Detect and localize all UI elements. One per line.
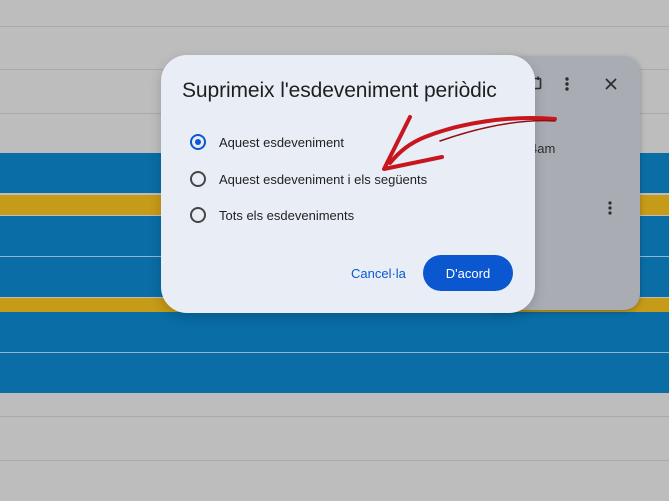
option-this-event[interactable]: Aquest esdeveniment <box>190 131 344 153</box>
more-vert-icon[interactable] <box>607 200 613 220</box>
radio-button[interactable] <box>190 207 206 223</box>
option-label: Aquest esdeveniment <box>219 134 345 150</box>
event-block[interactable] <box>0 353 669 393</box>
option-all-events[interactable]: Tots els esdeveniments <box>190 204 354 226</box>
grid-line <box>0 26 669 27</box>
radio-button[interactable] <box>190 134 206 150</box>
grid-line <box>0 416 669 417</box>
annotation-arrow-icon <box>382 115 557 171</box>
grid-line <box>0 460 669 461</box>
radio-button[interactable] <box>190 171 206 187</box>
close-icon[interactable] <box>604 77 618 95</box>
ok-button[interactable]: D'acord <box>423 255 513 291</box>
cancel-button[interactable]: Cancel·la <box>343 258 414 288</box>
more-vert-icon[interactable] <box>564 76 570 96</box>
event-block[interactable] <box>0 312 669 352</box>
option-label: Tots els esdeveniments <box>219 207 355 223</box>
dialog-title: Suprimeix l'esdeveniment periòdic <box>182 79 497 102</box>
